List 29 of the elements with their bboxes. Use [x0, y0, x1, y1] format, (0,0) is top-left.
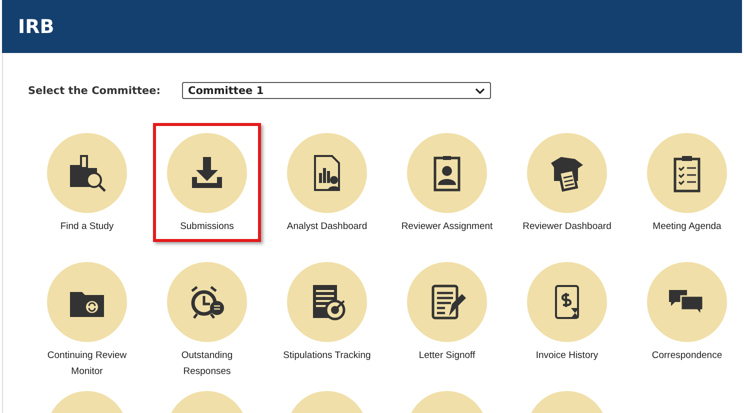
module-label: Continuing Review Monitor — [46, 349, 128, 379]
module-tile[interactable]: Correspondence — [633, 252, 741, 371]
module-label: Correspondence — [652, 349, 722, 363]
module-tile[interactable]: Stipulations Tracking — [273, 252, 381, 371]
module-label: Invoice History — [536, 349, 598, 363]
folder-search-icon — [67, 153, 107, 193]
module-label: Outstanding Responses — [180, 349, 234, 379]
module-tile[interactable]: Invoice History — [513, 252, 621, 371]
module-label: Reviewer Dashboard — [522, 220, 612, 234]
committee-label: Select the Committee: — [28, 84, 162, 96]
module-label: Reviewer Assignment — [401, 220, 493, 234]
module-tile[interactable]: Meeting Agenda — [633, 123, 741, 242]
module-label: Letter Signoff — [418, 349, 476, 363]
module-label: Analyst Dashboard — [286, 220, 368, 234]
module-tile[interactable]: Letter Signoff — [393, 252, 501, 371]
module-tile[interactable]: Continuing Review Monitor — [33, 252, 141, 387]
committee-select[interactable]: Committee 1 — [182, 82, 491, 99]
module-tile[interactable]: Submissions — [153, 123, 261, 242]
chevron-down-icon — [475, 88, 485, 94]
module-label: Meeting Agenda — [652, 220, 722, 234]
module-tile[interactable]: Outstanding Responses — [153, 252, 261, 387]
module-tile[interactable]: Find a Study — [33, 123, 141, 242]
app-title: IRB — [18, 16, 54, 38]
module-tile[interactable]: Reviewer Dashboard — [513, 123, 621, 242]
module-label: Stipulations Tracking — [283, 349, 371, 363]
module-label: Submissions — [180, 220, 234, 234]
module-tile[interactable]: Analyst Dashboard — [273, 123, 381, 242]
module-tile[interactable]: Reviewer Assignment — [393, 123, 501, 242]
module-label: Find a Study — [60, 220, 114, 234]
